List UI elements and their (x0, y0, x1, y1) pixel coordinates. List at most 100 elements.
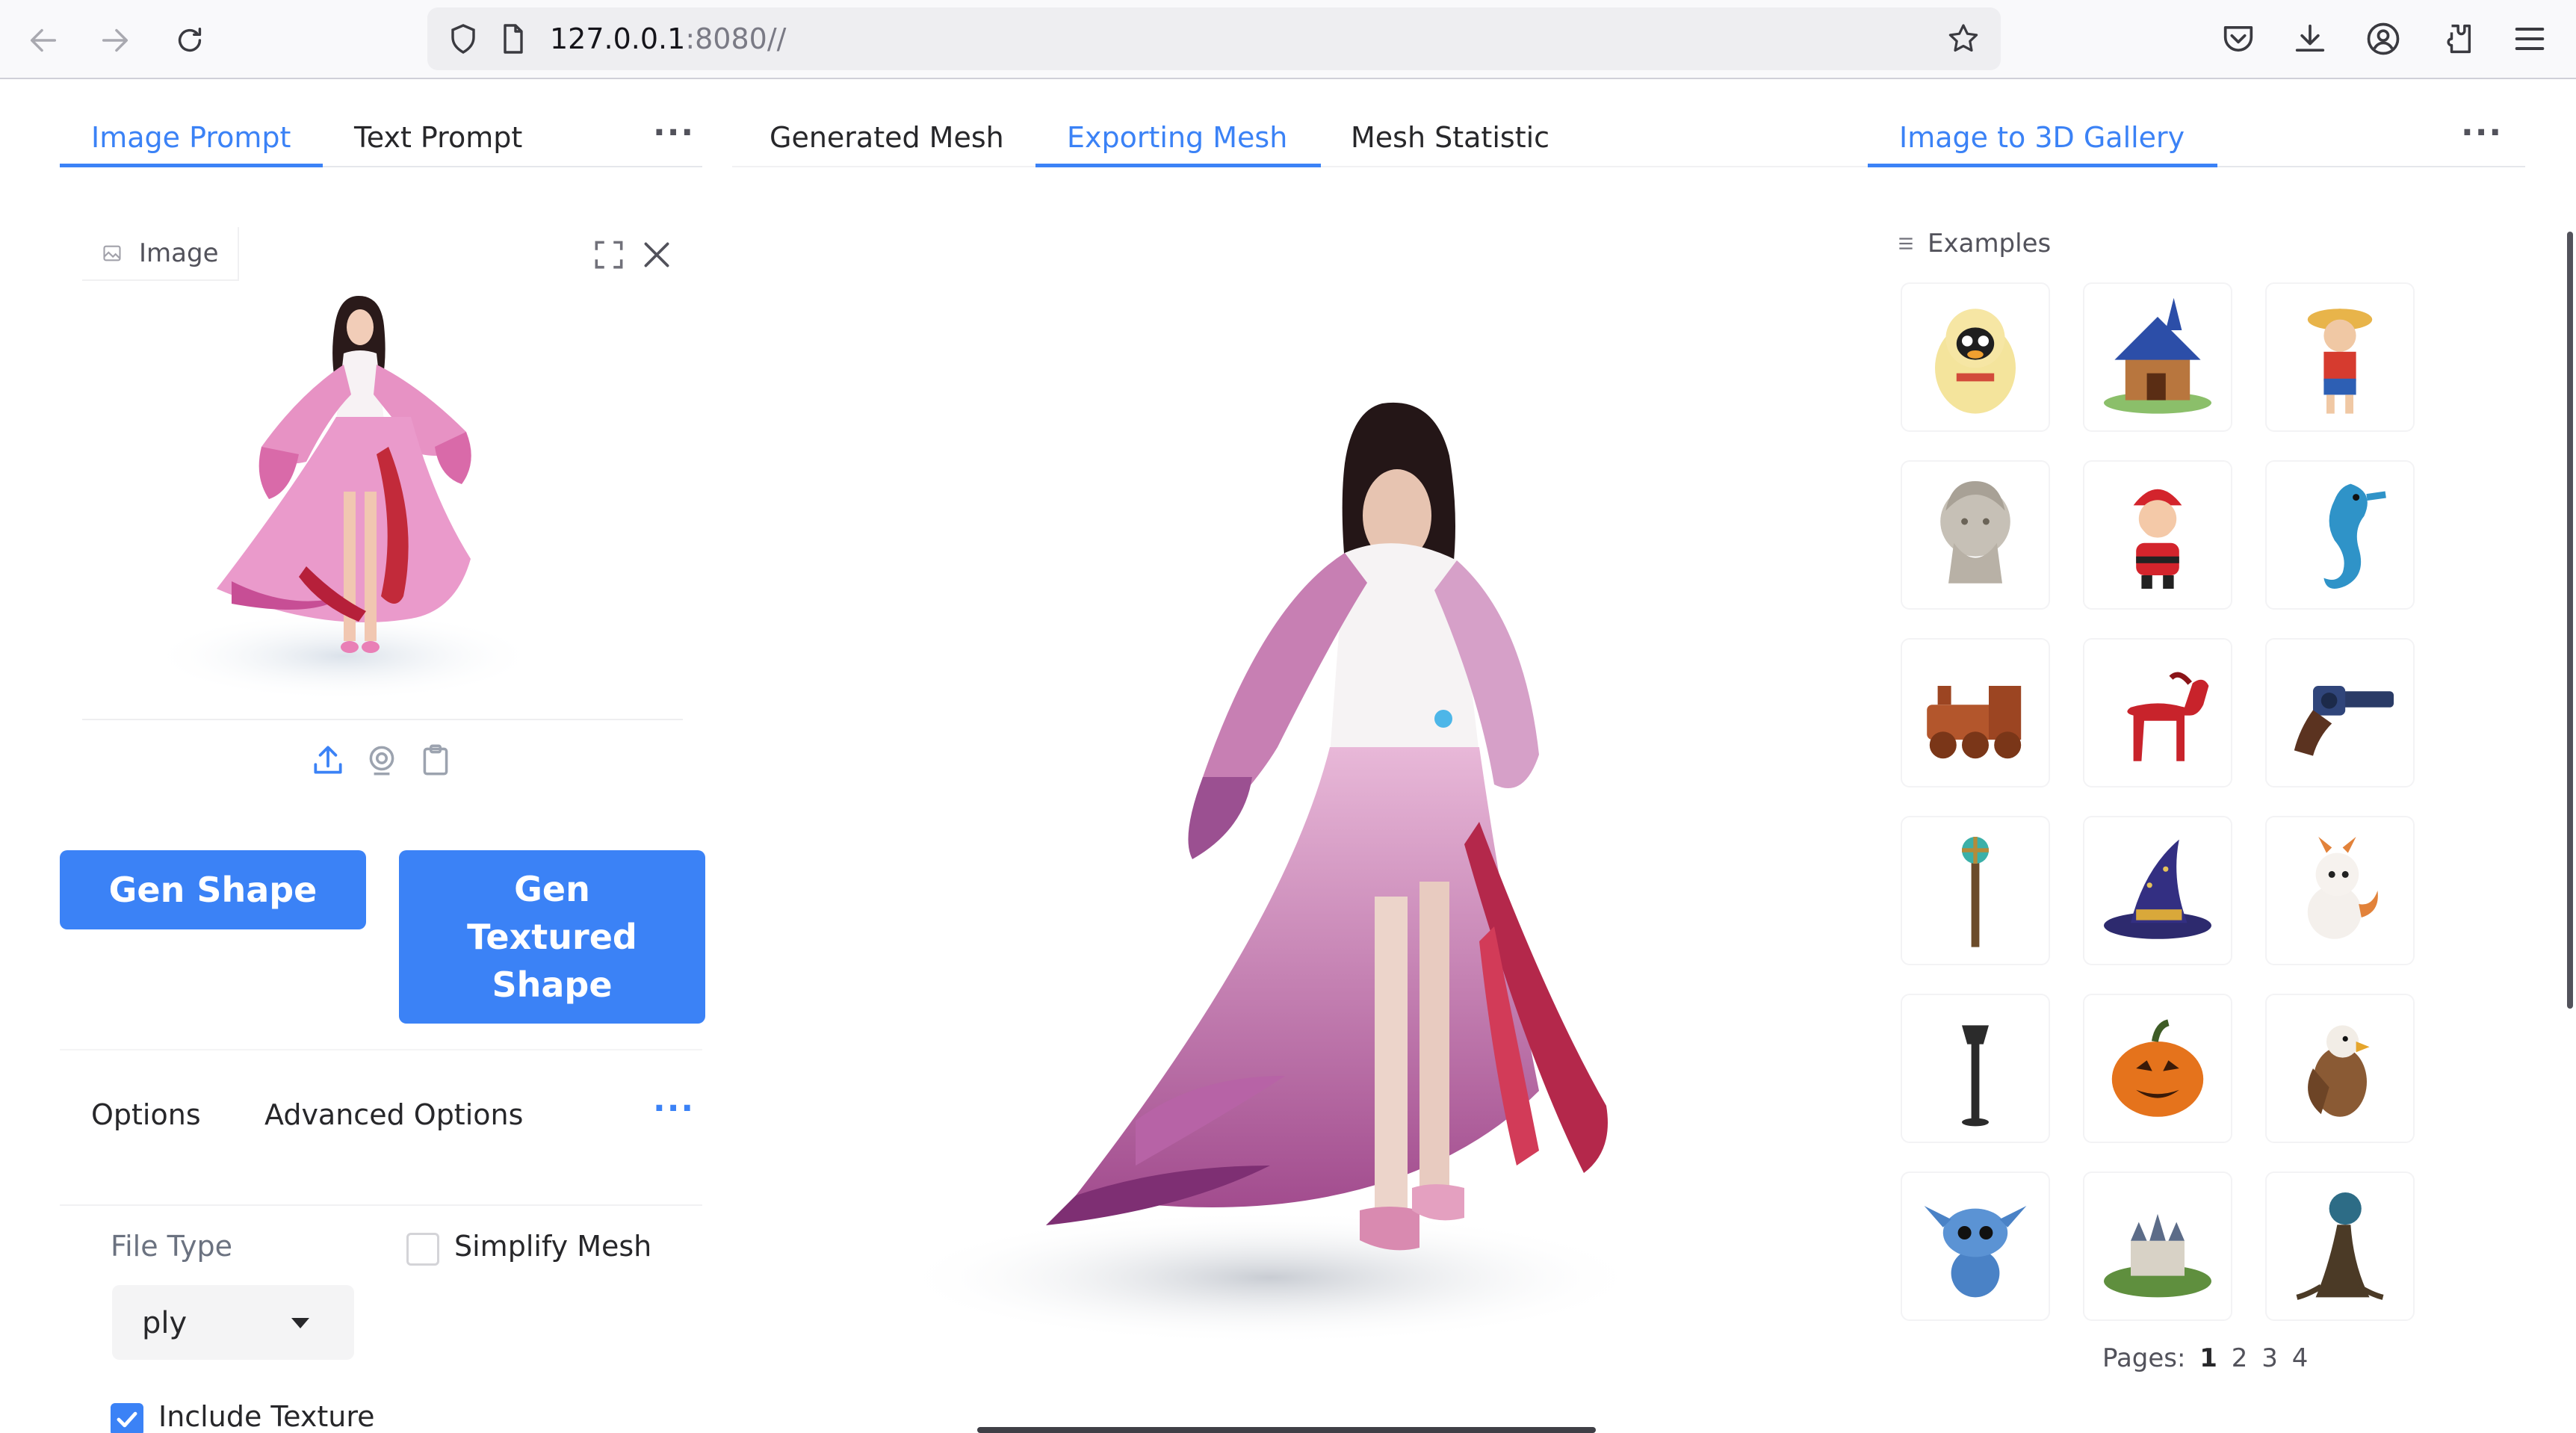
active-gallery-tab-indicator (1868, 164, 2217, 167)
pages-label: Pages: (2102, 1343, 2186, 1373)
seahorse-icon (2323, 483, 2386, 589)
example-marble-bust[interactable] (1901, 460, 2050, 610)
close-icon[interactable] (638, 236, 675, 273)
example-pumpkin[interactable] (2083, 994, 2232, 1143)
image-input-panel: Image (82, 223, 683, 820)
fullscreen-icon[interactable] (590, 236, 628, 273)
gen-textured-label-line3: Shape (492, 965, 613, 1005)
example-red-horse[interactable] (2083, 638, 2232, 787)
file-type-select[interactable]: ply (112, 1285, 354, 1360)
buttons-divider (60, 1049, 702, 1050)
baby-dragon-icon (2307, 837, 2378, 939)
wizard-hat-icon (2104, 839, 2211, 939)
webcam-icon[interactable] (363, 741, 400, 779)
more-options-icon[interactable]: ··· (653, 1089, 695, 1127)
tab-generated-mesh[interactable]: Generated Mesh (770, 121, 1004, 154)
download-icon[interactable] (2291, 19, 2329, 58)
pumpkin-icon (2111, 1019, 2204, 1117)
page-link-2[interactable]: 2 (2232, 1343, 2248, 1373)
more-tabs-icon[interactable]: ··· (653, 114, 695, 152)
url-host: 127.0.0.1 (550, 22, 686, 55)
eagle-icon (2308, 1025, 2370, 1117)
url-path: :8080// (685, 22, 787, 55)
tab-advanced-options[interactable]: Advanced Options (264, 1098, 523, 1131)
chevron-down-icon (291, 1318, 309, 1328)
shield-icon[interactable] (445, 21, 481, 57)
image-icon (103, 245, 121, 261)
revolver-icon (2294, 686, 2394, 756)
simplify-mesh-checkbox[interactable] (406, 1233, 439, 1266)
reload-icon[interactable] (166, 16, 214, 64)
magic-staff-icon (1962, 837, 1989, 947)
active-tab-indicator (60, 164, 323, 167)
image-panel-divider (82, 719, 683, 720)
tab-image-to-3d-gallery[interactable]: Image to 3D Gallery (1899, 121, 2185, 154)
vertical-scrollbar[interactable] (2567, 232, 2573, 1009)
back-icon[interactable] (19, 16, 67, 64)
example-straw-hat-boy[interactable] (2265, 282, 2415, 432)
santa-icon (2133, 488, 2189, 589)
example-seahorse[interactable] (2265, 460, 2415, 610)
gen-textured-label-line1: Gen (514, 869, 590, 909)
tab-exporting-mesh[interactable]: Exporting Mesh (1067, 121, 1287, 154)
example-eagle[interactable] (2265, 994, 2415, 1143)
gen-shape-label: Gen Shape (108, 870, 318, 910)
gen-shape-button[interactable]: Gen Shape (60, 850, 366, 929)
example-street-lamp[interactable] (1901, 994, 2050, 1143)
include-texture-checkbox[interactable] (111, 1403, 143, 1433)
url-bar[interactable]: 127.0.0.1:8080// (427, 7, 2001, 70)
page-link-4[interactable]: 4 (2292, 1343, 2309, 1373)
image-label-text: Image (139, 238, 219, 268)
image-label: Image (82, 227, 240, 281)
example-blue-alien[interactable] (1901, 1172, 2050, 1321)
examples-title: Examples (1928, 229, 2052, 259)
mesh-3d-viewport[interactable] (822, 224, 1718, 1390)
street-lamp-icon (1962, 1025, 1989, 1127)
horizontal-scrollbar[interactable] (977, 1427, 1596, 1433)
browser-toolbar: 127.0.0.1:8080// (0, 0, 2576, 79)
extensions-icon[interactable] (2437, 19, 2476, 58)
menu-icon[interactable] (2510, 19, 2549, 58)
file-type-label: File Type (111, 1230, 232, 1263)
red-horse-icon (2127, 672, 2209, 761)
forward-icon[interactable] (91, 16, 139, 64)
more-gallery-tabs-icon[interactable]: ··· (2461, 114, 2503, 152)
gen-textured-shape-button[interactable]: Gen Textured Shape (399, 850, 705, 1024)
example-revolver[interactable] (2265, 638, 2415, 787)
simplify-mesh-label[interactable]: Simplify Mesh (454, 1230, 651, 1263)
examples-header: Examples (1896, 229, 2051, 259)
example-castle-island[interactable] (2083, 1172, 2232, 1321)
example-tree-orb[interactable] (2265, 1172, 2415, 1321)
example-santa[interactable] (2083, 460, 2232, 610)
include-texture-label[interactable]: Include Texture (158, 1400, 375, 1433)
example-baby-dragon[interactable] (2265, 816, 2415, 965)
clipboard-icon[interactable] (417, 741, 454, 779)
castle-island-icon (2104, 1213, 2211, 1298)
options-divider (60, 1204, 702, 1206)
page-info-icon[interactable] (495, 21, 530, 57)
tab-image-prompt[interactable]: Image Prompt (91, 121, 291, 154)
straw-hat-boy-icon (2307, 309, 2373, 414)
tree-orb-icon (2296, 1192, 2384, 1300)
upload-icon[interactable] (309, 741, 347, 779)
gen-textured-label-line2: Textured (467, 917, 637, 957)
active-center-tab-indicator (1035, 164, 1321, 167)
example-penguin-plush[interactable] (1901, 282, 2050, 432)
tab-options[interactable]: Options (91, 1098, 201, 1131)
example-blue-house[interactable] (2083, 282, 2232, 432)
tab-text-prompt[interactable]: Text Prompt (354, 121, 522, 154)
uploaded-character-image[interactable] (82, 282, 683, 776)
example-wizard-hat[interactable] (2083, 816, 2232, 965)
pocket-icon[interactable] (2219, 19, 2258, 58)
marble-bust-icon (1940, 481, 2010, 584)
example-magic-staff[interactable] (1901, 816, 2050, 965)
page-link-3[interactable]: 3 (2261, 1343, 2278, 1373)
tab-mesh-statistic[interactable]: Mesh Statistic (1351, 121, 1549, 154)
steam-train-icon (1927, 686, 2022, 759)
page-link-1[interactable]: 1 (2199, 1343, 2217, 1373)
file-type-value: ply (142, 1306, 188, 1340)
account-icon[interactable] (2364, 19, 2403, 58)
bookmark-star-icon[interactable] (1945, 21, 1981, 57)
url-text[interactable]: 127.0.0.1:8080// (550, 22, 786, 55)
example-steam-train[interactable] (1901, 638, 2050, 787)
